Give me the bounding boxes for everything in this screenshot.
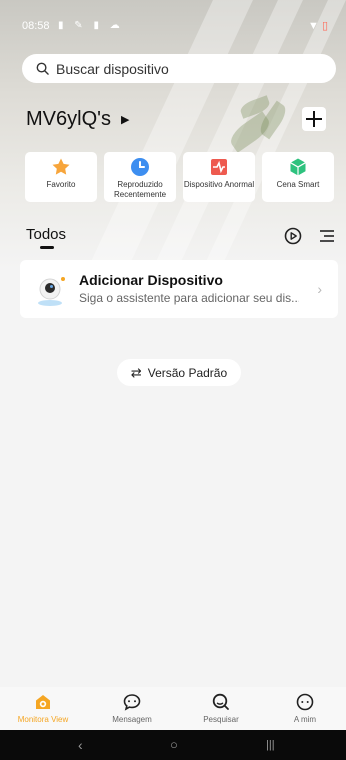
quick-action-abnormal[interactable]: Dispositivo Anormal [183,152,255,202]
chat-icon [94,691,170,713]
profile-icon [267,691,343,713]
status-system-icons: ▼ ▯ [307,20,328,32]
alert-device-icon [209,157,229,177]
tab-label: A mim [293,715,317,724]
tab-todos[interactable]: Todos [26,226,66,243]
add-button[interactable] [302,107,326,131]
home-circle-icon[interactable]: ○ [170,737,178,752]
status-bar: 08:58 ▮ ✎ ▮ ☁ ▼ ▯ [0,0,346,36]
tab-label: Pesquisar [203,715,239,724]
status-notification-icons: ▮ ✎ ▮ ☁ [58,20,124,31]
battery-icon: ▯ [321,20,328,32]
status-time: 08:58 [22,20,50,32]
camera-icon [34,273,68,307]
quick-action-label: Favorito [46,180,76,189]
quick-action-favorite[interactable]: Favorito [25,152,97,202]
tab-label: Monitora View [17,715,69,724]
tab-a-mim[interactable]: A mim [267,691,343,724]
cube-icon [288,157,308,177]
back-icon[interactable]: ‹ [78,737,83,753]
quick-action-label: Dispositivo Anormal [183,180,255,189]
tab-label: Mensagem [112,715,152,724]
standard-version-button[interactable]: ⇄ Versão Padrão [117,359,241,386]
search-icon [183,691,259,713]
search-placeholder: Buscar dispositivo [56,60,169,77]
tab-underline [40,246,54,249]
search-icon [36,62,49,75]
home-selector[interactable]: MV6ylQ's ▶ [26,108,129,131]
chevron-right-icon: › [317,281,322,297]
tab-pesquisar[interactable]: Pesquisar [183,691,259,724]
play-circle-icon[interactable] [284,227,302,250]
search-input[interactable]: Buscar dispositivo [22,54,336,83]
add-device-card[interactable]: Adicionar Dispositivo Siga o assistente … [20,260,338,318]
bottom-tab-bar: Monitora View Mensagem Pesquisar A mim [0,687,346,730]
home-camera-icon [5,691,81,713]
add-device-subtitle: Siga o assistente para adicionar seu dis… [79,291,299,305]
quick-action-recent[interactable]: Reproduzido Recentemente [104,152,176,202]
tab-mensagem[interactable]: Mensagem [94,691,170,724]
list-icon[interactable] [320,229,334,247]
tab-monitora-view[interactable]: Monitora View [5,691,81,724]
caret-right-icon: ▶ [120,114,130,126]
system-nav-bar: ‹ ○ ||| [0,730,346,760]
version-label: Versão Padrão [147,365,228,380]
recents-icon[interactable]: ||| [266,739,275,751]
quick-action-smart-scene[interactable]: Cena Smart [262,152,334,202]
home-name: MV6ylQ's [26,108,111,130]
star-icon [51,157,71,177]
swap-icon: ⇄ [130,364,142,380]
quick-action-label: Cena Smart [276,180,320,189]
quick-action-label: Reproduzido Recentemente [113,180,167,199]
add-device-title: Adicionar Dispositivo [79,272,223,288]
clock-icon [130,157,150,177]
